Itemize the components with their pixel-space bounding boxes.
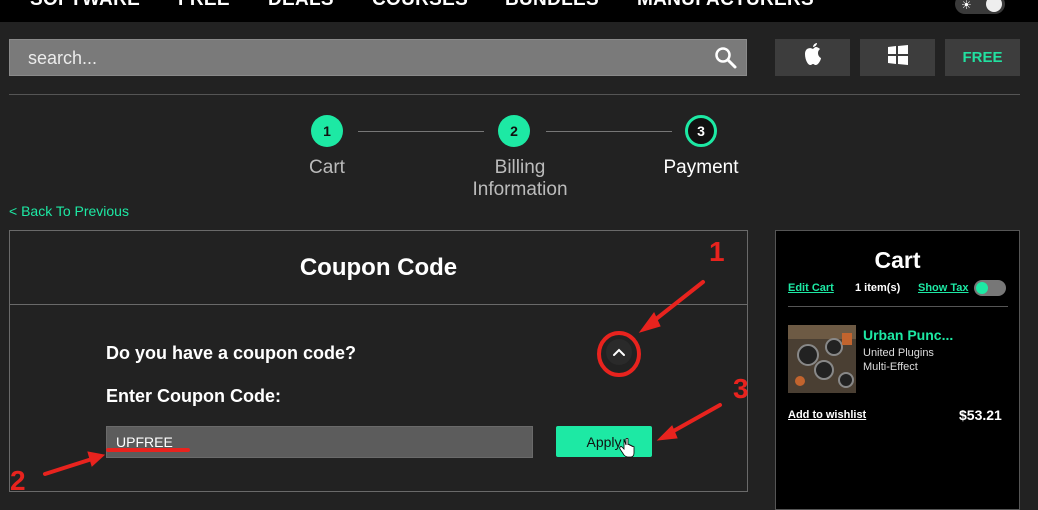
coupon-code-input[interactable]	[106, 426, 533, 458]
product-type: Multi-Effect	[863, 361, 918, 373]
cart-item-count: 1 item(s)	[855, 282, 901, 294]
search-icon[interactable]	[714, 46, 738, 75]
cart-title: Cart	[874, 247, 921, 273]
cart-divider	[788, 306, 1008, 307]
step-2-circle: 2	[498, 115, 530, 147]
step-3-label: Payment	[663, 157, 739, 178]
edit-cart-link[interactable]: Edit Cart	[788, 282, 834, 294]
step-2-label: Billing	[494, 157, 546, 178]
windows-icon	[886, 44, 910, 71]
step-2-label-line2: Information	[472, 179, 568, 200]
apple-icon	[802, 42, 824, 73]
top-nav: SOFTWARE FREE DEALS COURSES BUNDLES MANU…	[0, 0, 1038, 22]
nav-item-manufacturers[interactable]: MANUFACTURERS	[637, 0, 814, 11]
search-input[interactable]	[10, 40, 720, 77]
search-bar	[9, 39, 747, 77]
back-to-previous-link[interactable]: < Back To Previous	[9, 203, 129, 219]
step-connector	[358, 131, 484, 132]
coupon-panel: Coupon Code Do you have a coupon code? E…	[9, 230, 748, 492]
add-to-wishlist-link[interactable]: Add to wishlist	[788, 409, 866, 421]
free-filter-label: FREE	[962, 49, 1003, 66]
product-thumbnail[interactable]	[788, 325, 856, 393]
show-tax-toggle[interactable]	[974, 280, 1006, 296]
mac-button[interactable]	[775, 39, 850, 76]
theme-toggle[interactable]: ☀	[955, 0, 1005, 14]
header-divider	[9, 94, 1020, 95]
coupon-collapse-toggle[interactable]	[606, 339, 632, 365]
nav-item-software[interactable]: SOFTWARE	[30, 0, 140, 11]
windows-button[interactable]	[860, 39, 935, 76]
sun-icon: ☀	[961, 0, 972, 12]
coupon-title: Coupon Code	[10, 231, 747, 305]
hand-cursor-icon	[619, 437, 635, 463]
show-tax-link[interactable]: Show Tax	[918, 282, 969, 294]
product-name-link[interactable]: Urban Punc...	[863, 327, 953, 343]
apply-button[interactable]: Apply	[556, 426, 652, 457]
chevron-up-icon	[613, 348, 625, 356]
coupon-question: Do you have a coupon code?	[106, 343, 357, 363]
product-price: $53.21	[959, 407, 1002, 423]
free-filter-button[interactable]: FREE	[945, 39, 1020, 76]
nav-item-free[interactable]: FREE	[178, 0, 230, 11]
theme-toggle-knob	[986, 0, 1002, 12]
step-connector	[546, 131, 672, 132]
nav-item-bundles[interactable]: BUNDLES	[505, 0, 599, 11]
step-3-circle: 3	[685, 115, 717, 147]
step-1-circle: 1	[311, 115, 343, 147]
enter-coupon-label: Enter Coupon Code:	[106, 386, 281, 406]
annotation-number-1: 1	[709, 236, 725, 267]
annotation-number-3: 3	[733, 373, 749, 404]
tax-toggle-knob	[976, 282, 988, 294]
product-vendor: United Plugins	[863, 347, 934, 359]
nav-item-deals[interactable]: DEALS	[268, 0, 334, 11]
step-1-label: Cart	[309, 157, 345, 178]
nav-item-courses[interactable]: COURSES	[372, 0, 468, 11]
cart-panel: Cart Edit Cart 1 item(s) Show Tax Urban …	[775, 230, 1020, 510]
annotation-number-2: 2	[10, 465, 26, 496]
